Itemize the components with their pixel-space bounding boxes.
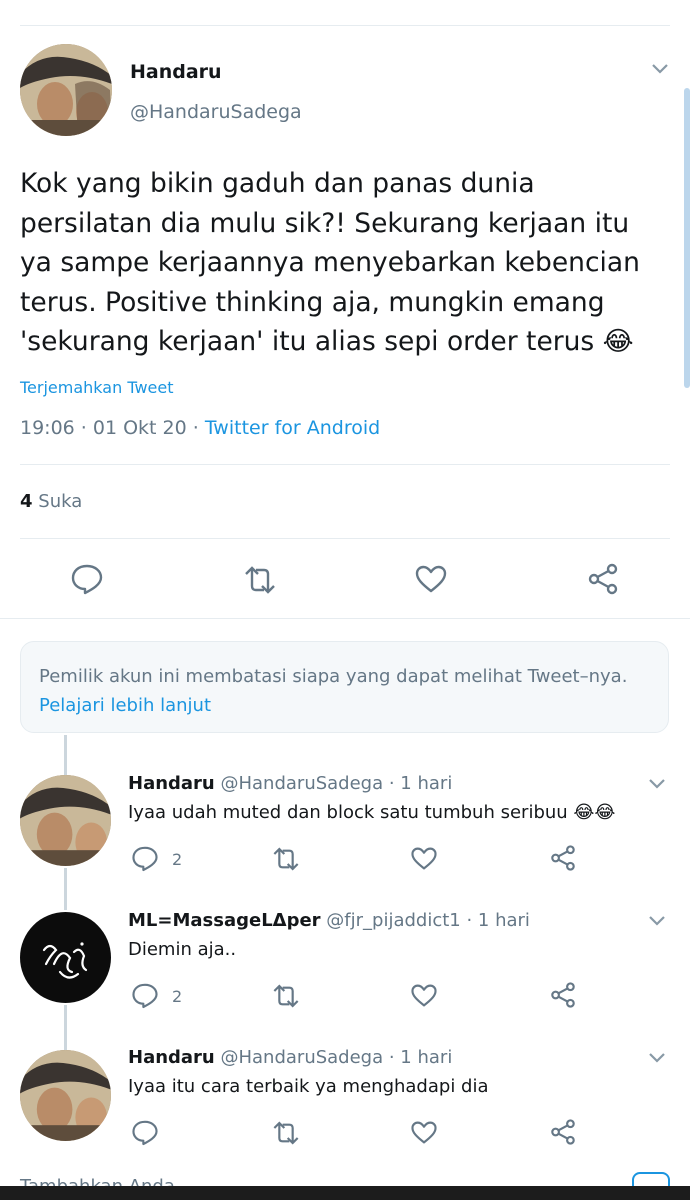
tweet-timestamp[interactable]: 19:06 · 01 Okt 20 · <box>20 417 205 439</box>
chevron-down-icon[interactable] <box>650 62 670 76</box>
reply-avatar[interactable] <box>20 775 111 866</box>
share-icon[interactable] <box>549 981 577 1009</box>
restricted-notice: Pemilik akun ini membatasi siapa yang da… <box>20 641 669 733</box>
likes-summary[interactable]: 4 Suka <box>20 491 82 512</box>
reply-text: Diemin aja.. <box>128 939 237 960</box>
top-divider <box>20 25 670 26</box>
tweet-text-line: 'sekurang kerjaan' itu alias sepi order … <box>20 326 634 357</box>
reply-avatar[interactable] <box>20 1050 111 1141</box>
chevron-down-icon[interactable] <box>647 1051 667 1065</box>
reply-author-name[interactable]: ML=MassageLΔper <box>128 910 321 931</box>
tweet-client-link[interactable]: Twitter for Android <box>205 417 380 439</box>
heart-icon[interactable] <box>414 564 448 594</box>
reply-header: ML=MassageLΔper @fjr_pijaddict1 · 1 hari <box>128 910 530 931</box>
heart-icon[interactable] <box>410 983 438 1008</box>
likes-label: Suka <box>38 491 83 512</box>
scrollbar[interactable] <box>684 88 690 388</box>
actions-divider <box>0 618 690 619</box>
tweet-text: Kok yang bikin gaduh dan panas dunia per… <box>20 164 640 362</box>
likes-divider <box>20 538 670 539</box>
chevron-down-icon[interactable] <box>647 914 667 928</box>
likes-count: 4 <box>20 491 33 512</box>
author-handle[interactable]: @HandaruSadega <box>130 101 302 123</box>
thread-line <box>64 735 67 775</box>
reply-text: Iyaa itu cara terbaik ya menghadapi dia <box>128 1076 489 1097</box>
reply-author-name[interactable]: Handaru <box>128 1047 215 1068</box>
reply-header: Handaru @HandaruSadega · 1 hari <box>128 773 452 794</box>
reply-author-name[interactable]: Handaru <box>128 773 215 794</box>
retweet-icon[interactable] <box>271 984 301 1008</box>
reply-icon[interactable] <box>70 563 104 595</box>
tweet-meta: 19:06 · 01 Okt 20 · Twitter for Android <box>20 417 380 439</box>
heart-icon[interactable] <box>410 846 438 871</box>
heart-icon[interactable] <box>410 1120 438 1145</box>
retweet-icon[interactable] <box>271 1121 301 1145</box>
translate-tweet-link[interactable]: Terjemahkan Tweet <box>20 378 173 397</box>
retweet-icon[interactable] <box>242 566 278 594</box>
reply-icon[interactable] <box>131 1119 159 1146</box>
tweet-text-line: ya sampe kerjaannya menyebarkan kebencia… <box>20 247 640 278</box>
tweet-text-line: persilatan dia mulu sik?! Sekurang kerja… <box>20 207 630 239</box>
reply-count: 2 <box>172 987 183 1006</box>
notice-text: Pemilik akun ini membatasi siapa yang da… <box>39 666 628 687</box>
meta-divider <box>20 464 670 465</box>
tweet-text-line: Kok yang bikin gaduh dan panas dunia <box>20 168 535 199</box>
learn-more-link[interactable]: Pelajari lebih lanjut <box>39 695 211 716</box>
thread-line <box>64 868 67 910</box>
tweet-text-line: terus. Positive thinking aja, mungkin em… <box>20 286 605 318</box>
author-avatar[interactable] <box>20 44 112 136</box>
author-name[interactable]: Handaru <box>130 61 222 83</box>
reply-count: 2 <box>172 850 183 869</box>
reply-meta[interactable]: @fjr_pijaddict1 · 1 hari <box>326 910 530 931</box>
reply-meta[interactable]: @HandaruSadega · 1 hari <box>220 773 452 794</box>
share-icon[interactable] <box>549 844 577 872</box>
chevron-down-icon[interactable] <box>647 777 667 791</box>
reply-meta[interactable]: @HandaruSadega · 1 hari <box>220 1047 452 1068</box>
reply-avatar[interactable] <box>20 912 111 1003</box>
thread-line <box>64 1005 67 1050</box>
reply-header: Handaru @HandaruSadega · 1 hari <box>128 1047 452 1068</box>
retweet-icon[interactable] <box>271 847 301 871</box>
share-icon[interactable] <box>586 562 620 596</box>
reply-icon[interactable] <box>131 982 159 1009</box>
reply-text: Iyaa udah muted dan block satu tumbuh se… <box>128 802 616 823</box>
share-icon[interactable] <box>549 1118 577 1146</box>
reply-icon[interactable] <box>131 845 159 872</box>
bottom-edge <box>0 1186 690 1200</box>
